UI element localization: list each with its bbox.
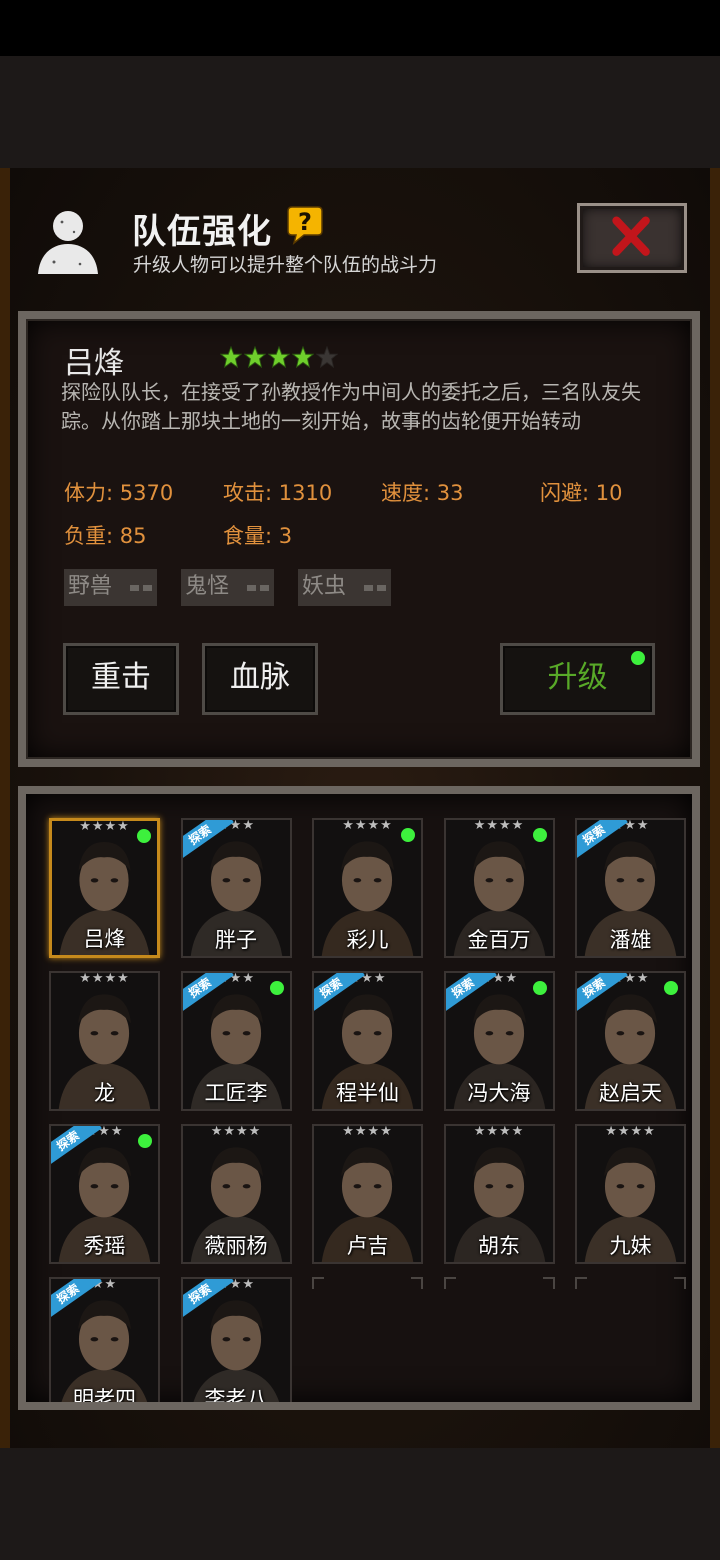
roster-card[interactable]: ★★★ 秀瑶 探索: [49, 1124, 160, 1264]
roster-card[interactable]: ★★★ 赵启天 探索: [575, 971, 686, 1111]
card-name: 冯大海: [467, 1081, 531, 1105]
stat-dodge: 闪避: 10: [540, 481, 623, 505]
card-stars: ★★★★: [79, 971, 130, 986]
tag-ghost-label: 鬼怪: [185, 574, 230, 599]
heavy-strike-button[interactable]: 重击: [63, 643, 179, 715]
card-name: 金百万: [467, 928, 531, 952]
star-filled-icon: [292, 346, 314, 368]
roster-grid: ★★★★ 吕烽 ★★★ 胖子 探索 ★★★★ 彩儿 ★★★★ 金百万 ★★★ 潘雄 探索 ★★★★ 龙 ★★…: [18, 786, 700, 1410]
upgrade-available-dot: [631, 651, 645, 665]
status-bar: [0, 0, 720, 56]
roster-card[interactable]: ★★★ 工匠李 探索: [180, 971, 292, 1111]
card-name: 胖子: [215, 928, 257, 952]
bottom-backdrop: [0, 1448, 720, 1560]
empty-roster-slot: [575, 1277, 686, 1402]
card-name: 卢吉: [346, 1234, 389, 1258]
upgrade-available-dot: [401, 828, 415, 842]
card-name: 薇丽杨: [204, 1234, 268, 1258]
star-empty-icon: [316, 346, 338, 368]
upgrade-available-dot: [269, 981, 284, 995]
tag-beast[interactable]: 野兽: [64, 569, 157, 606]
top-backdrop: [0, 56, 720, 168]
roster-card[interactable]: ★★★ 潘雄 探索: [575, 818, 686, 958]
roster-card[interactable]: ★★★ 胖子 探索: [180, 818, 292, 958]
upgrade-available-dot: [138, 1134, 152, 1148]
character-name: 吕烽: [64, 346, 124, 381]
upgrade-available-dot: [532, 981, 547, 995]
roster-card[interactable]: ★★★ 冯大海 探索: [443, 971, 555, 1111]
empty-roster-slot: [443, 1277, 555, 1402]
card-name: 程半仙: [336, 1081, 399, 1105]
roster-card[interactable]: ★★★★ 彩儿: [312, 818, 423, 958]
card-name: 龙: [94, 1081, 115, 1105]
stat-load: 负重: 85: [64, 524, 147, 548]
card-stars: ★★★★: [473, 1124, 525, 1139]
upgrade-available-dot: [137, 829, 151, 843]
card-name: 潘雄: [609, 928, 652, 952]
card-name: 秀瑶: [83, 1234, 126, 1258]
card-name: 胡东: [478, 1234, 520, 1258]
card-stars: ★★★★: [210, 1124, 262, 1139]
tag-insect[interactable]: 妖虫: [298, 569, 391, 606]
tag-insect-pips: [364, 585, 386, 591]
roster-card[interactable]: ★★★★ 金百万: [443, 818, 555, 958]
card-name: 李老八: [204, 1387, 268, 1410]
roster-card[interactable]: ★★★★ 胡东: [443, 1124, 555, 1264]
stat-food: 食量: 3: [223, 524, 293, 548]
roster-card[interactable]: ★★★★ 九妹: [575, 1124, 686, 1264]
close-button[interactable]: [577, 203, 687, 273]
card-name: 彩儿: [346, 928, 389, 952]
card-name: 赵启天: [599, 1081, 662, 1105]
tag-beast-label: 野兽: [68, 574, 113, 599]
tag-ghost[interactable]: 鬼怪: [181, 569, 274, 606]
upgrade-available-dot: [532, 828, 547, 842]
roster-card[interactable]: ★★★★ 吕烽: [49, 818, 160, 958]
roster-card[interactable]: ★★ 明老四 探索: [49, 1277, 160, 1410]
tag-insect-label: 妖虫: [302, 574, 347, 599]
tag-beast-pips: [130, 585, 152, 591]
card-name: 工匠李: [204, 1081, 268, 1105]
tag-ghost-pips: [247, 585, 269, 591]
page-title: 队伍强化: [132, 212, 272, 252]
card-stars: ★★★★: [605, 1124, 656, 1139]
page-subtitle: 升级人物可以提升整个队伍的战斗力: [133, 254, 438, 276]
star-filled-icon: [220, 346, 242, 368]
character-description: 探险队队长，在接受了孙教授作为中间人的委托之后，三名队友失踪。从你踏上那块土地的…: [61, 380, 641, 433]
roster-card[interactable]: ★★★ 程半仙 探索: [312, 971, 423, 1111]
roster-card[interactable]: ★★★★ 卢吉: [312, 1124, 423, 1264]
star-filled-icon: [268, 346, 290, 368]
card-name: 明老四: [73, 1387, 136, 1410]
character-star-rating: [220, 346, 338, 368]
question-icon[interactable]: ?: [284, 205, 326, 245]
close-x-icon: [612, 216, 650, 256]
roster-card[interactable]: ★★★ 李老八 探索: [180, 1277, 292, 1410]
stat-attack: 攻击: 1310: [223, 481, 333, 505]
team-avatar-icon: [38, 211, 98, 274]
card-stars: ★★★★: [342, 1124, 393, 1139]
card-name: 九妹: [609, 1234, 652, 1258]
upgrade-available-dot: [664, 981, 678, 995]
star-filled-icon: [244, 346, 266, 368]
empty-roster-slot: [312, 1277, 423, 1402]
svg-text:?: ?: [298, 208, 312, 236]
stat-speed: 速度: 33: [381, 481, 464, 505]
bloodline-button[interactable]: 血脉: [202, 643, 318, 715]
card-name: 吕烽: [83, 927, 126, 951]
roster-card[interactable]: ★★★★ 薇丽杨: [180, 1124, 292, 1264]
roster-card[interactable]: ★★★★ 龙: [49, 971, 160, 1111]
stat-stamina: 体力: 5370: [64, 481, 174, 505]
